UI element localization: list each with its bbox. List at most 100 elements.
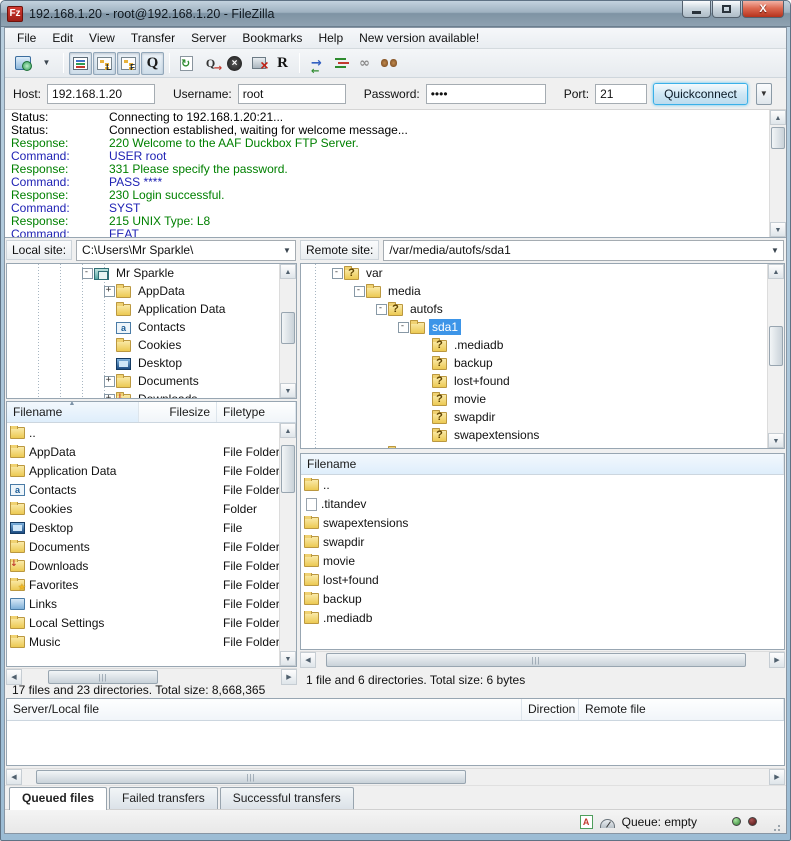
file-row-music[interactable]: MusicFile Folder	[7, 632, 279, 651]
file-row-mediadb[interactable]: .mediadb	[301, 608, 784, 627]
menu-item-help[interactable]: Help	[310, 29, 351, 47]
queue-column-header-remote-file[interactable]: Remote file	[579, 699, 784, 720]
file-row-favorites[interactable]: FavoritesFile Folder	[7, 575, 279, 594]
disconnect-button[interactable]	[247, 52, 270, 75]
refresh-button[interactable]	[175, 52, 198, 75]
tab-successful-transfers[interactable]: Successful transfers	[220, 787, 354, 809]
file-row-application-data[interactable]: Application DataFile Folder	[7, 461, 279, 480]
message-log-vscrollbar[interactable]: ▲ ▼	[769, 110, 786, 237]
local-list-hscrollbar[interactable]: ◀ ▶	[6, 668, 297, 685]
reconnect-button[interactable]: R	[271, 52, 294, 75]
column-header-filename[interactable]: Filename	[301, 454, 784, 474]
tree-item-sda1[interactable]: sda1	[301, 318, 767, 336]
quickconnect-button[interactable]: Quickconnect	[653, 83, 748, 105]
scroll-right-arrow[interactable]: ▶	[769, 769, 785, 785]
tree-item-appdata[interactable]: AppData	[7, 282, 279, 300]
directory-listing-filters-button[interactable]	[329, 52, 352, 75]
file-row-appdata[interactable]: AppDataFile Folder	[7, 442, 279, 461]
file-row-local-settings[interactable]: Local SettingsFile Folder	[7, 613, 279, 632]
scroll-thumb[interactable]	[769, 326, 783, 366]
scroll-right-arrow[interactable]: ▶	[769, 652, 785, 668]
tree-item-downloads[interactable]: Downloads	[7, 390, 279, 398]
tree-item-mediadb[interactable]: .mediadb	[301, 336, 767, 354]
file-row-cookies[interactable]: CookiesFolder	[7, 499, 279, 518]
scroll-thumb[interactable]	[281, 312, 295, 344]
tree-item-movie[interactable]: movie	[301, 390, 767, 408]
file-row-[interactable]: ..	[301, 475, 784, 494]
toggle-queue-button[interactable]: Q	[141, 52, 164, 75]
menu-item-file[interactable]: File	[9, 29, 44, 47]
scroll-thumb[interactable]	[326, 653, 746, 667]
file-row-desktop[interactable]: DesktopFile	[7, 518, 279, 537]
menu-item-transfer[interactable]: Transfer	[123, 29, 183, 47]
cancel-operation-button[interactable]: ×	[223, 52, 246, 75]
scroll-up-arrow[interactable]: ▲	[768, 264, 784, 279]
column-header-filetype[interactable]: Filetype	[217, 402, 296, 422]
password-input[interactable]	[426, 84, 546, 104]
tree-item-backup[interactable]: backup	[301, 354, 767, 372]
scroll-up-arrow[interactable]: ▲	[280, 264, 296, 279]
tab-queued-files[interactable]: Queued files	[9, 787, 107, 810]
title-bar[interactable]: Fz 192.168.1.20 - root@192.168.1.20 - Fi…	[1, 1, 790, 27]
menu-item-server[interactable]: Server	[183, 29, 234, 47]
menu-item-new-version-available[interactable]: New version available!	[351, 29, 487, 47]
tree-item-contacts[interactable]: Contacts	[7, 318, 279, 336]
scroll-thumb[interactable]	[48, 670, 158, 684]
file-row-documents[interactable]: DocumentsFile Folder	[7, 537, 279, 556]
directory-comparison-button[interactable]: →	[305, 52, 328, 75]
scroll-down-arrow[interactable]: ▼	[280, 383, 296, 398]
process-queue-button[interactable]: Q	[199, 52, 222, 75]
scroll-up-arrow[interactable]: ▲	[280, 423, 296, 438]
file-row-contacts[interactable]: ContactsFile Folder	[7, 480, 279, 499]
menu-item-edit[interactable]: Edit	[44, 29, 81, 47]
tree-item-media[interactable]: media	[301, 282, 767, 300]
column-header-filename[interactable]: Filename▲	[7, 402, 139, 422]
scroll-thumb[interactable]	[771, 127, 785, 149]
queue-hscrollbar[interactable]: ◀ ▶	[6, 768, 785, 785]
site-manager-dropdown[interactable]: ▼	[35, 52, 58, 75]
file-row-swapextensions[interactable]: swapextensions	[301, 513, 784, 532]
transfer-queue-body[interactable]	[7, 721, 784, 765]
scroll-left-arrow[interactable]: ◀	[6, 769, 22, 785]
tree-item-cookies[interactable]: Cookies	[7, 336, 279, 354]
tree-item-desktop[interactable]: Desktop	[7, 354, 279, 372]
file-row-swapdir[interactable]: swapdir	[301, 532, 784, 551]
tree-item-application-data[interactable]: Application Data	[7, 300, 279, 318]
minimize-button[interactable]	[682, 1, 711, 18]
toggle-remote-tree-button[interactable]	[117, 52, 140, 75]
data-type-icon[interactable]	[580, 815, 593, 829]
tree-item-var[interactable]: var	[301, 264, 767, 282]
scroll-left-arrow[interactable]: ◀	[300, 652, 316, 668]
scroll-right-arrow[interactable]: ▶	[281, 669, 297, 685]
menu-item-bookmarks[interactable]: Bookmarks	[234, 29, 310, 47]
tree-item-documents[interactable]: Documents	[7, 372, 279, 390]
tree-item-dvd[interactable]: dvd	[301, 444, 767, 448]
file-row-links[interactable]: LinksFile Folder	[7, 594, 279, 613]
file-row-movie[interactable]: movie	[301, 551, 784, 570]
local-tree-vscrollbar[interactable]: ▲ ▼	[279, 264, 296, 398]
menu-item-view[interactable]: View	[81, 29, 123, 47]
file-row-titandev[interactable]: .titandev	[301, 494, 784, 513]
maximize-button[interactable]	[712, 1, 741, 18]
queue-column-header-server-local-file[interactable]: Server/Local file	[7, 699, 522, 720]
scroll-down-arrow[interactable]: ▼	[770, 222, 786, 237]
username-input[interactable]	[238, 84, 346, 104]
file-row-[interactable]: ..	[7, 423, 279, 442]
synchronized-browsing-button[interactable]: ∞	[353, 52, 376, 75]
tab-failed-transfers[interactable]: Failed transfers	[109, 787, 218, 809]
remote-site-combobox[interactable]: /var/media/autofs/sda1 ▼	[383, 240, 784, 261]
speed-limits-icon[interactable]	[600, 819, 615, 828]
quickconnect-dropdown[interactable]: ▼	[756, 83, 772, 105]
tree-item-swapextensions[interactable]: swapextensions	[301, 426, 767, 444]
tree-item-autofs[interactable]: autofs	[301, 300, 767, 318]
port-input[interactable]	[595, 84, 647, 104]
resize-grip[interactable]	[770, 817, 780, 827]
file-row-lost-found[interactable]: lost+found	[301, 570, 784, 589]
queue-column-header-direction[interactable]: Direction	[522, 699, 579, 720]
host-input[interactable]	[47, 84, 155, 104]
scroll-up-arrow[interactable]: ▲	[770, 110, 786, 125]
scroll-down-arrow[interactable]: ▼	[768, 433, 784, 448]
close-button[interactable]: X	[742, 1, 784, 18]
local-site-combobox[interactable]: C:\Users\Mr Sparkle\ ▼	[76, 240, 296, 261]
remote-tree-vscrollbar[interactable]: ▲ ▼	[767, 264, 784, 448]
